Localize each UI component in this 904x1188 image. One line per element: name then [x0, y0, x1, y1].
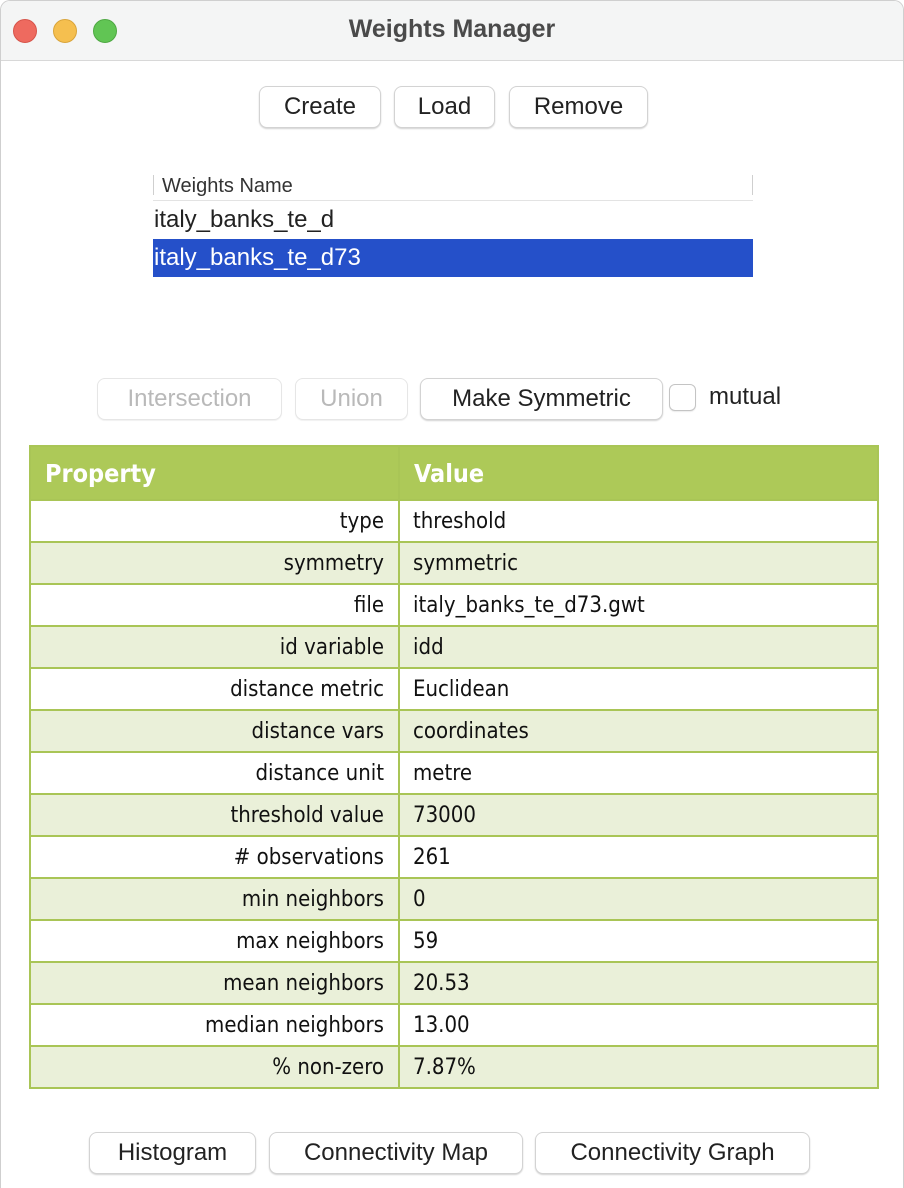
table-row: symmetry symmetric — [29, 541, 879, 585]
property-cell: type — [29, 499, 400, 543]
property-cell: # observations — [29, 835, 400, 879]
window-title: Weights Manager — [348, 15, 556, 43]
table-row: min neighbors 0 — [29, 877, 879, 921]
table-row: file italy_banks_te_d73.gwt — [29, 583, 879, 627]
table-row: type threshold — [29, 499, 879, 543]
remove-button[interactable]: Remove — [509, 86, 648, 128]
value-cell: 7.87% — [398, 1045, 879, 1089]
weights-manager-window: Weights Manager Create Load Remove Weigh… — [0, 0, 904, 1188]
property-cell: % non-zero — [29, 1045, 400, 1089]
connectivity-graph-button[interactable]: Connectivity Graph — [535, 1132, 810, 1174]
value-cell: 73000 — [398, 793, 879, 837]
properties-table: Property Value type threshold symmetry symm… — [29, 445, 879, 1089]
property-cell: mean neighbors — [29, 961, 400, 1005]
value-cell: 13.00 — [398, 1003, 879, 1047]
properties-table-header: Property Value — [29, 445, 879, 501]
column-separator[interactable] — [752, 175, 753, 195]
table-row: max neighbors 59 — [29, 919, 879, 963]
weights-list-header[interactable]: Weights Name — [153, 171, 753, 201]
union-button[interactable]: Union — [295, 378, 408, 420]
property-cell: min neighbors — [29, 877, 400, 921]
table-row: id variable idd — [29, 625, 879, 669]
property-cell: threshold value — [29, 793, 400, 837]
table-row: mean neighbors 20.53 — [29, 961, 879, 1005]
mutual-checkbox[interactable] — [669, 384, 696, 411]
table-row: distance unit metre — [29, 751, 879, 795]
property-cell: max neighbors — [29, 919, 400, 963]
value-column-header: Value — [398, 445, 879, 501]
title-bar[interactable]: Weights Manager — [1, 1, 903, 61]
mutual-checkbox-label[interactable]: mutual — [709, 383, 781, 411]
property-cell: file — [29, 583, 400, 627]
column-separator — [153, 175, 154, 195]
table-row: median neighbors 13.00 — [29, 1003, 879, 1047]
intersection-button[interactable]: Intersection — [97, 378, 282, 420]
value-cell: 20.53 — [398, 961, 879, 1005]
property-cell: id variable — [29, 625, 400, 669]
create-button[interactable]: Create — [259, 86, 381, 128]
table-row: threshold value 73000 — [29, 793, 879, 837]
table-row: # observations 261 — [29, 835, 879, 879]
property-cell: symmetry — [29, 541, 400, 585]
value-cell: 59 — [398, 919, 879, 963]
weights-list-item[interactable]: italy_banks_te_d — [153, 201, 753, 239]
value-cell: metre — [398, 751, 879, 795]
property-cell: distance vars — [29, 709, 400, 753]
weights-name-column-label: Weights Name — [162, 175, 293, 197]
make-symmetric-button[interactable]: Make Symmetric — [420, 378, 663, 420]
table-row: % non-zero 7.87% — [29, 1045, 879, 1089]
value-cell: 261 — [398, 835, 879, 879]
table-row: distance vars coordinates — [29, 709, 879, 753]
property-cell: median neighbors — [29, 1003, 400, 1047]
value-cell: 0 — [398, 877, 879, 921]
property-column-header: Property — [29, 445, 400, 501]
value-cell: italy_banks_te_d73.gwt — [398, 583, 879, 627]
value-cell: Euclidean — [398, 667, 879, 711]
value-cell: symmetric — [398, 541, 879, 585]
connectivity-map-button[interactable]: Connectivity Map — [269, 1132, 523, 1174]
weights-list-item[interactable]: italy_banks_te_d73 — [153, 239, 753, 277]
load-button[interactable]: Load — [394, 86, 495, 128]
value-cell: idd — [398, 625, 879, 669]
value-cell: threshold — [398, 499, 879, 543]
property-cell: distance metric — [29, 667, 400, 711]
value-cell: coordinates — [398, 709, 879, 753]
weights-list: Weights Name italy_banks_te_d italy_banks… — [153, 171, 753, 277]
table-row: distance metric Euclidean — [29, 667, 879, 711]
histogram-button[interactable]: Histogram — [89, 1132, 256, 1174]
property-cell: distance unit — [29, 751, 400, 795]
